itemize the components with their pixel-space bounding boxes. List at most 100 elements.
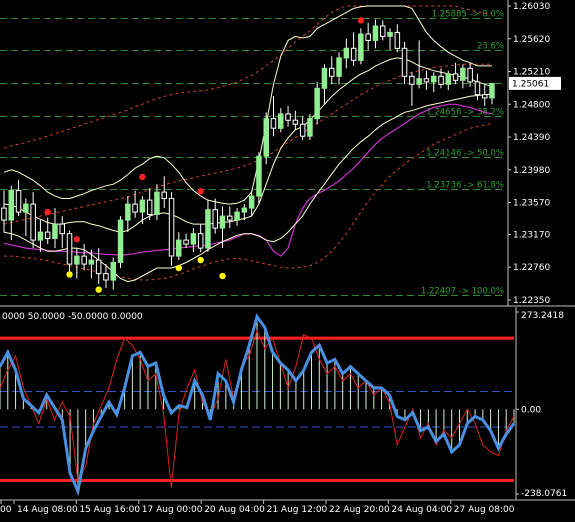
bullish-candle	[205, 209, 211, 249]
price-tick-label: 1.23170	[513, 230, 550, 240]
bullish-candle	[88, 259, 95, 265]
bearish-candle	[380, 25, 386, 37]
bullish-candle	[176, 239, 182, 257]
chart-canvas: 1.25885 -> 0.0% 23.6% 1.24656 -> 38.2% 1.24…	[0, 0, 575, 518]
bullish-candle	[314, 87, 320, 120]
oscillator-header-label: 0000 50.0000 -50.0000 0.0000	[2, 312, 143, 322]
fractal-down-marker	[197, 256, 204, 264]
bullish-candle	[117, 219, 124, 263]
bullish-candle	[219, 215, 226, 229]
bullish-candle	[8, 190, 14, 221]
bullish-candle	[431, 75, 437, 83]
bullish-candle	[278, 113, 284, 129]
fractal-up-marker	[139, 173, 146, 181]
price-tick-label: 1.25210	[513, 68, 550, 78]
bearish-candle	[329, 67, 335, 77]
bullish-candle	[489, 83, 495, 99]
time-tick-label: 22 Aug 20:00	[329, 505, 390, 515]
bearish-candle	[59, 223, 65, 235]
fib-level-label: 1.22407 -> 100.0%	[421, 287, 504, 297]
bearish-candle	[365, 33, 371, 41]
fractal-up-marker	[44, 208, 51, 216]
bullish-candle	[52, 223, 58, 240]
bullish-candle	[23, 203, 29, 213]
time-tick-label: 15 Aug 16:00	[79, 505, 140, 515]
bearish-candle	[168, 198, 175, 257]
current-price-box: 1.25061	[509, 76, 561, 90]
bearish-candle	[438, 75, 444, 85]
oscillator-tick-label: -238.0761	[521, 489, 567, 499]
bearish-candle	[212, 209, 218, 229]
fractal-up-marker	[357, 17, 365, 24]
fib-level-label: 1.25885 -> 0.0%	[432, 10, 504, 20]
bearish-candle	[161, 191, 167, 200]
bearish-candle	[227, 215, 233, 221]
bullish-candle	[110, 262, 116, 281]
bearish-candle	[66, 233, 73, 265]
bearish-candle	[299, 123, 306, 137]
price-tick-label: 1.24390	[513, 133, 550, 143]
bearish-candle	[183, 239, 189, 245]
bullish-candle	[358, 33, 364, 61]
bullish-candle	[460, 67, 466, 81]
price-tick-label: 1.26030	[513, 2, 550, 12]
bullish-candle	[74, 255, 80, 265]
price-tick-label: 1.23980	[513, 166, 550, 176]
bearish-candle	[132, 203, 138, 213]
bullish-candle	[37, 231, 44, 241]
bearish-candle	[197, 233, 204, 249]
bearish-candle	[44, 231, 51, 240]
price-tick-label: 1.23570	[513, 199, 550, 209]
bullish-candle	[321, 67, 328, 89]
fractal-down-marker	[95, 286, 102, 293]
fib-level-label: 1.24656 -> 38.2%	[426, 108, 504, 118]
bullish-candle	[445, 73, 451, 85]
bearish-candle	[81, 255, 87, 265]
time-tick-label: 14 Aug 08:00	[17, 505, 78, 515]
bullish-candle	[387, 31, 393, 37]
bearish-candle	[30, 203, 36, 241]
bullish-candle	[125, 203, 131, 221]
bullish-candle	[336, 57, 342, 77]
fractal-down-marker	[175, 264, 183, 272]
fractal-down-marker	[66, 271, 73, 278]
bullish-candle	[139, 199, 146, 213]
trading-chart: 1.25885 -> 0.0% 23.6% 1.24656 -> 38.2% 1.24…	[0, 0, 575, 518]
bearish-candle	[95, 259, 102, 275]
bullish-candle	[416, 78, 422, 85]
time-tick-label: 00	[0, 505, 12, 515]
bearish-candle	[350, 47, 357, 61]
price-tick-label: 1.25620	[513, 35, 550, 45]
price-tick-label: 1.24800	[513, 100, 550, 110]
bullish-candle	[190, 233, 197, 245]
time-tick-label: 24 Aug 04:00	[391, 505, 452, 515]
bearish-candle	[146, 199, 153, 216]
bullish-candle	[248, 195, 255, 209]
current-price-label: 1.25061	[512, 79, 549, 89]
oscillator-tick-label: 273.2418	[521, 311, 564, 321]
bullish-candle	[234, 211, 240, 221]
bearish-candle	[15, 190, 22, 213]
oscillator-tick-label: 0.00	[521, 405, 541, 415]
time-tick-label: 20 Aug 04:00	[204, 505, 265, 515]
bullish-candle	[241, 207, 248, 213]
price-tick-label: 1.22350	[513, 296, 550, 306]
fractal-up-marker	[197, 188, 204, 195]
bullish-candle	[154, 191, 160, 216]
bullish-candle	[372, 25, 379, 41]
fractal-down-marker	[219, 272, 226, 280]
fib-level-label: 23.6%	[477, 42, 504, 52]
fractal-up-marker	[73, 236, 81, 243]
bullish-candle	[343, 47, 350, 59]
price-tick-label: 1.22760	[513, 263, 550, 273]
bearish-candle	[409, 75, 415, 85]
bearish-candle	[474, 81, 481, 96]
bearish-candle	[103, 273, 109, 281]
bearish-candle	[401, 47, 408, 77]
bearish-candle	[1, 207, 7, 221]
bearish-candle	[482, 94, 488, 99]
bearish-candle	[467, 67, 473, 83]
bullish-candle	[256, 155, 262, 197]
fib-level-label: 1.24146 -> 50.0%	[426, 149, 504, 159]
time-tick-label: 17 Aug 00:00	[142, 505, 203, 515]
